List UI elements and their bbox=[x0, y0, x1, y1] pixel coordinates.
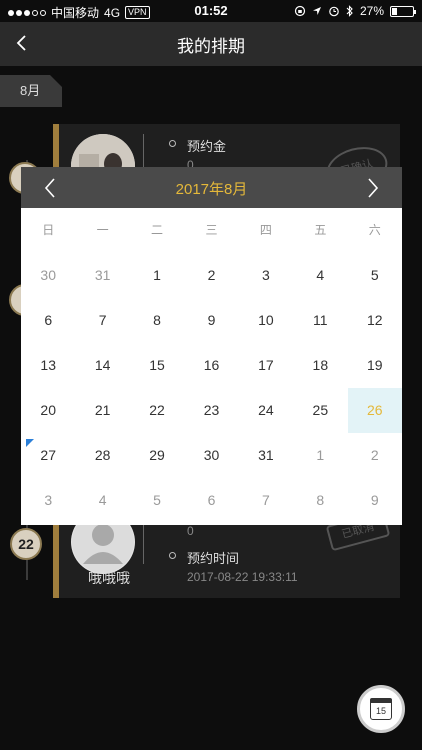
deposit-label: 预约金 bbox=[187, 139, 227, 154]
calendar-day[interactable]: 12 bbox=[348, 298, 402, 343]
calendar-day[interactable]: 30 bbox=[184, 433, 238, 478]
today-date: 15 bbox=[375, 706, 386, 716]
bluetooth-icon bbox=[346, 5, 353, 17]
calendar-icon: 15 bbox=[370, 698, 392, 720]
calendar-month-title: 2017年8月 bbox=[175, 181, 248, 198]
booking-time-label: 预约时间 bbox=[187, 551, 240, 566]
location-icon bbox=[312, 7, 321, 15]
calendar-day-number: 27 bbox=[40, 447, 56, 463]
calendar-grid: 30 31 1 2 3 4 5 6 7 8 9 10 11 12 13 14 15 16 17 18 19 20 21 22 2… bbox=[21, 253, 402, 523]
calendar-day[interactable]: 1 bbox=[130, 253, 184, 298]
calendar-day[interactable]: 11 bbox=[293, 298, 347, 343]
calendar-day[interactable]: 6 bbox=[184, 478, 238, 523]
calendar-day[interactable]: 23 bbox=[184, 388, 238, 433]
calendar-day[interactable]: 2 bbox=[184, 253, 238, 298]
calendar-header: 2017年8月 bbox=[21, 167, 402, 208]
calendar-week-row: 30 31 1 2 3 4 5 bbox=[21, 253, 402, 298]
status-bar: 中国移动 4G VPN 01:52 27% bbox=[0, 0, 422, 22]
calendar-day[interactable]: 24 bbox=[239, 388, 293, 433]
calendar-day[interactable]: 7 bbox=[239, 478, 293, 523]
calendar-day[interactable]: 28 bbox=[75, 433, 129, 478]
calendar-day[interactable]: 19 bbox=[348, 343, 402, 388]
calendar-week-row: 20 21 22 23 24 25 26 bbox=[21, 388, 402, 433]
battery-percent: 27% bbox=[359, 4, 384, 18]
calendar-day[interactable]: 3 bbox=[21, 478, 75, 523]
calendar-day[interactable]: 4 bbox=[293, 253, 347, 298]
today-button[interactable]: 15 bbox=[357, 685, 405, 733]
calendar-day[interactable]: 4 bbox=[75, 478, 129, 523]
day-circle-22[interactable]: 22 bbox=[10, 528, 42, 560]
calendar-week-row: 13 14 15 16 17 18 19 bbox=[21, 343, 402, 388]
calendar-day[interactable]: 8 bbox=[130, 298, 184, 343]
nav-bar: 我的排期 bbox=[0, 22, 422, 66]
calendar-day[interactable]: 31 bbox=[239, 433, 293, 478]
calendar-day[interactable]: 14 bbox=[75, 343, 129, 388]
page-title: 我的排期 bbox=[177, 37, 245, 56]
calendar-week-row: 6 7 8 9 10 11 12 bbox=[21, 298, 402, 343]
calendar-day[interactable]: 16 bbox=[184, 343, 238, 388]
calendar-day[interactable]: 5 bbox=[130, 478, 184, 523]
month-tag: 8月 bbox=[0, 75, 62, 107]
calendar-day[interactable]: 31 bbox=[75, 253, 129, 298]
calendar-day[interactable]: 29 bbox=[130, 433, 184, 478]
next-month-icon[interactable] bbox=[358, 174, 386, 202]
timeline-dot bbox=[169, 140, 176, 147]
deposit-value: 0 bbox=[187, 524, 194, 538]
weekday-row: 日 一 二 三 四 五 六 bbox=[21, 208, 402, 253]
calendar-popup: 2017年8月 日 一 二 三 四 五 六 30 31 1 2 3 4 5 6 7 8 9 10 11 1… bbox=[21, 167, 402, 525]
battery-icon bbox=[390, 5, 416, 17]
alarm-icon bbox=[329, 6, 339, 17]
calendar-week-row: 3456789 bbox=[21, 478, 402, 523]
battery-fill bbox=[392, 7, 397, 15]
calendar-day[interactable]: 9 bbox=[348, 478, 402, 523]
calendar-day-selected[interactable]: 26 bbox=[347, 388, 402, 433]
event-marker-icon bbox=[26, 439, 34, 447]
calendar-day[interactable]: 17 bbox=[239, 343, 293, 388]
calendar-day[interactable]: 15 bbox=[130, 343, 184, 388]
calendar-day[interactable]: 7 bbox=[75, 298, 129, 343]
calendar-day[interactable]: 30 bbox=[21, 253, 75, 298]
weekday-label: 三 bbox=[205, 223, 218, 237]
calendar-day[interactable]: 27 bbox=[21, 433, 75, 478]
weekday-label: 二 bbox=[151, 223, 164, 237]
calendar-day[interactable]: 3 bbox=[239, 253, 293, 298]
weekday-label: 四 bbox=[259, 223, 272, 237]
calendar-day[interactable]: 1 bbox=[293, 433, 347, 478]
screen: 中国移动 4G VPN 01:52 27% 我的排期 8月 22 预约金 0 已… bbox=[0, 0, 422, 750]
weekday-label: 一 bbox=[96, 223, 109, 237]
calendar-day[interactable]: 8 bbox=[293, 478, 347, 523]
calendar-day[interactable]: 2 bbox=[348, 433, 402, 478]
calendar-day[interactable]: 9 bbox=[184, 298, 238, 343]
weekday-label: 六 bbox=[368, 223, 381, 237]
booking-time-value: 2017-08-22 19:33:11 bbox=[187, 570, 298, 584]
timeline-dot bbox=[169, 552, 176, 559]
weekday-label: 五 bbox=[314, 223, 327, 237]
calendar-week-row: 27 28 29 30 31 1 2 bbox=[21, 433, 402, 478]
calendar-day[interactable]: 6 bbox=[21, 298, 75, 343]
calendar-day[interactable]: 5 bbox=[348, 253, 402, 298]
orientation-lock-icon bbox=[294, 5, 306, 17]
calendar-day[interactable]: 25 bbox=[293, 388, 347, 433]
calendar-day[interactable]: 18 bbox=[293, 343, 347, 388]
calendar-day[interactable]: 20 bbox=[21, 388, 75, 433]
calendar-day[interactable]: 21 bbox=[75, 388, 129, 433]
calendar-day[interactable]: 22 bbox=[130, 388, 184, 433]
calendar-day[interactable]: 13 bbox=[21, 343, 75, 388]
user-name: 哦哦哦 bbox=[88, 570, 130, 586]
status-right: 27% bbox=[294, 4, 416, 18]
calendar-day[interactable]: 10 bbox=[239, 298, 293, 343]
weekday-label: 日 bbox=[42, 223, 55, 237]
